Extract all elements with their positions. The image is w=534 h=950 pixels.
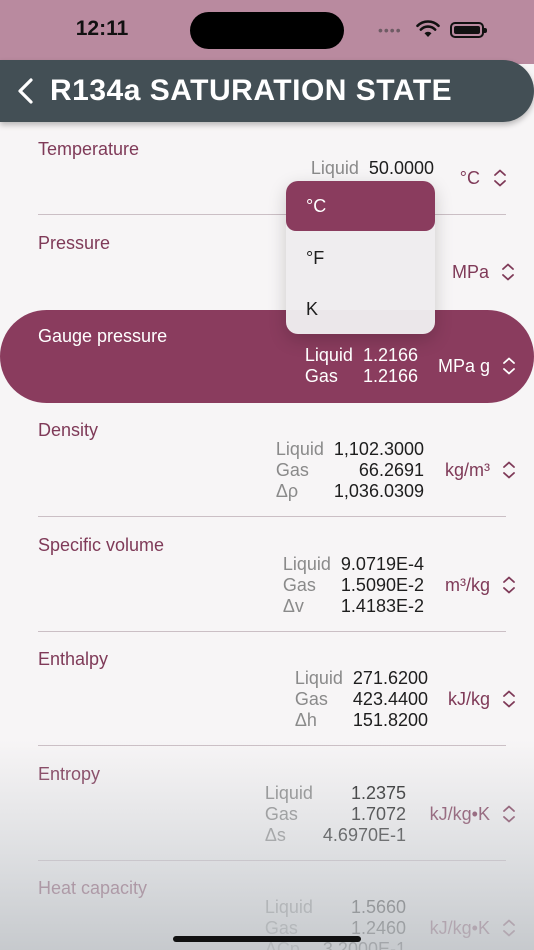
chevron-left-icon[interactable] [14,77,38,105]
value-number: 271.6200 [352,668,428,688]
page-title: R134a SATURATION STATE [50,74,453,107]
value-number: 4.6970E-1 [322,825,406,845]
value-label: Gas [264,804,298,824]
chevron-up-down-icon[interactable] [502,357,516,375]
value-number: 1.4183E-2 [340,596,424,616]
value-label: Liquid [294,668,343,688]
property-values: Liquid 9.0719E-4 Gas 1.5090E-2 Δv 1.4183… [283,554,424,617]
home-indicator[interactable] [173,936,361,942]
divider [38,745,506,746]
unit-selector[interactable]: °C [460,168,480,189]
unit-selector[interactable]: kJ/kg•K [430,918,490,939]
unit-selector[interactable]: MPa [452,262,489,283]
value-number: 423.4400 [352,689,428,709]
value-number: 1.2375 [350,783,406,803]
property-row-density[interactable]: Density Liquid 1,102.3000 Gas 66.2691 Δρ… [0,404,534,517]
value-number: 1.5090E-2 [340,575,424,595]
value-label: Liquid [275,439,324,459]
value-number: 1.2166 [362,366,418,386]
navigation-bar: R134a SATURATION STATE [0,60,534,122]
unit-selector[interactable]: kg/m³ [445,460,490,481]
chevron-up-down-icon[interactable] [493,169,507,187]
value-number: 50.0000 [368,158,434,178]
value-number: 66.2691 [358,460,424,480]
value-number: 1.2166 [362,345,418,365]
property-row-enthalpy[interactable]: Enthalpy Liquid 271.6200 Gas 423.4400 Δh… [0,633,534,746]
chevron-up-down-icon[interactable] [501,263,515,281]
property-values: Liquid 1.2166 Gas 1.2166 [305,345,418,387]
property-values: Liquid 1.5660 Gas 1.2460 ΔCp 3.2000E-1 [265,897,406,950]
value-number: 9.0719E-4 [340,554,424,574]
property-title: Heat capacity [38,878,148,898]
property-row-specific-volume[interactable]: Specific volume Liquid 9.0719E-4 Gas 1.5… [0,519,534,632]
battery-icon [450,22,487,38]
property-row-gauge-pressure[interactable]: Gauge pressure Liquid 1.2166 Gas 1.2166 … [0,310,534,403]
property-title: Enthalpy [38,649,109,669]
status-bar: 12:11 •••• [0,0,534,64]
value-label: Δs [264,825,286,845]
divider [38,860,506,861]
property-title: Entropy [38,764,101,784]
value-label: Gas [275,460,309,480]
value-number: 1.7072 [350,804,406,824]
unit-selector[interactable]: kJ/kg•K [430,804,490,825]
value-number: 151.8200 [352,710,428,730]
unit-option-kelvin[interactable]: K [286,284,435,334]
property-title: Temperature [38,139,140,159]
chevron-up-down-icon[interactable] [502,690,516,708]
unit-dropdown-menu: °C °F K [286,181,435,334]
property-values: Liquid 1.2375 Gas 1.7072 Δs 4.6970E-1 [265,783,406,846]
value-label: Gas [304,366,338,386]
property-row-temperature[interactable]: Temperature Liquid 50.0000 °C [0,123,534,215]
value-label: Δv [282,596,304,616]
property-values: Liquid 50.0000 [311,158,434,179]
wifi-icon [416,20,440,37]
divider [38,516,506,517]
value-label: Δρ [275,481,299,501]
value-label: Gas [294,689,328,709]
value-label: Liquid [310,158,359,178]
property-values: Liquid 271.6200 Gas 423.4400 Δh 151.8200 [295,668,428,731]
signal-dots-icon: •••• [378,22,402,38]
divider [38,631,506,632]
property-row-entropy[interactable]: Entropy Liquid 1.2375 Gas 1.7072 Δs 4.69… [0,748,534,861]
value-label: Δh [294,710,317,730]
property-title: Gauge pressure [38,326,168,346]
value-label: Liquid [304,345,353,365]
value-number: 1,102.3000 [333,439,424,459]
divider [38,214,506,215]
property-title: Density [38,420,99,440]
unit-selector[interactable]: m³/kg [445,575,490,596]
property-title: Pressure [38,233,111,253]
chevron-up-down-icon[interactable] [502,576,516,594]
value-number: 1.5660 [350,897,406,917]
value-number: 1,036.0309 [333,481,424,501]
unit-option-celsius[interactable]: °C [286,181,435,231]
value-label: Gas [282,575,316,595]
value-label: Liquid [264,897,313,917]
unit-option-fahrenheit[interactable]: °F [286,233,435,283]
property-row-pressure[interactable]: Pressure MPa [0,217,534,309]
property-values: Liquid 1,102.3000 Gas 66.2691 Δρ 1,036.0… [276,439,424,502]
property-title: Specific volume [38,535,165,555]
unit-selector[interactable]: MPa g [438,356,490,377]
chevron-up-down-icon[interactable] [502,461,516,479]
chevron-up-down-icon[interactable] [502,805,516,823]
value-label: Liquid [264,783,313,803]
dynamic-island [190,12,344,49]
unit-selector[interactable]: kJ/kg [448,689,490,710]
value-label: Liquid [282,554,331,574]
status-time: 12:11 [75,17,129,40]
chevron-up-down-icon[interactable] [502,919,516,937]
